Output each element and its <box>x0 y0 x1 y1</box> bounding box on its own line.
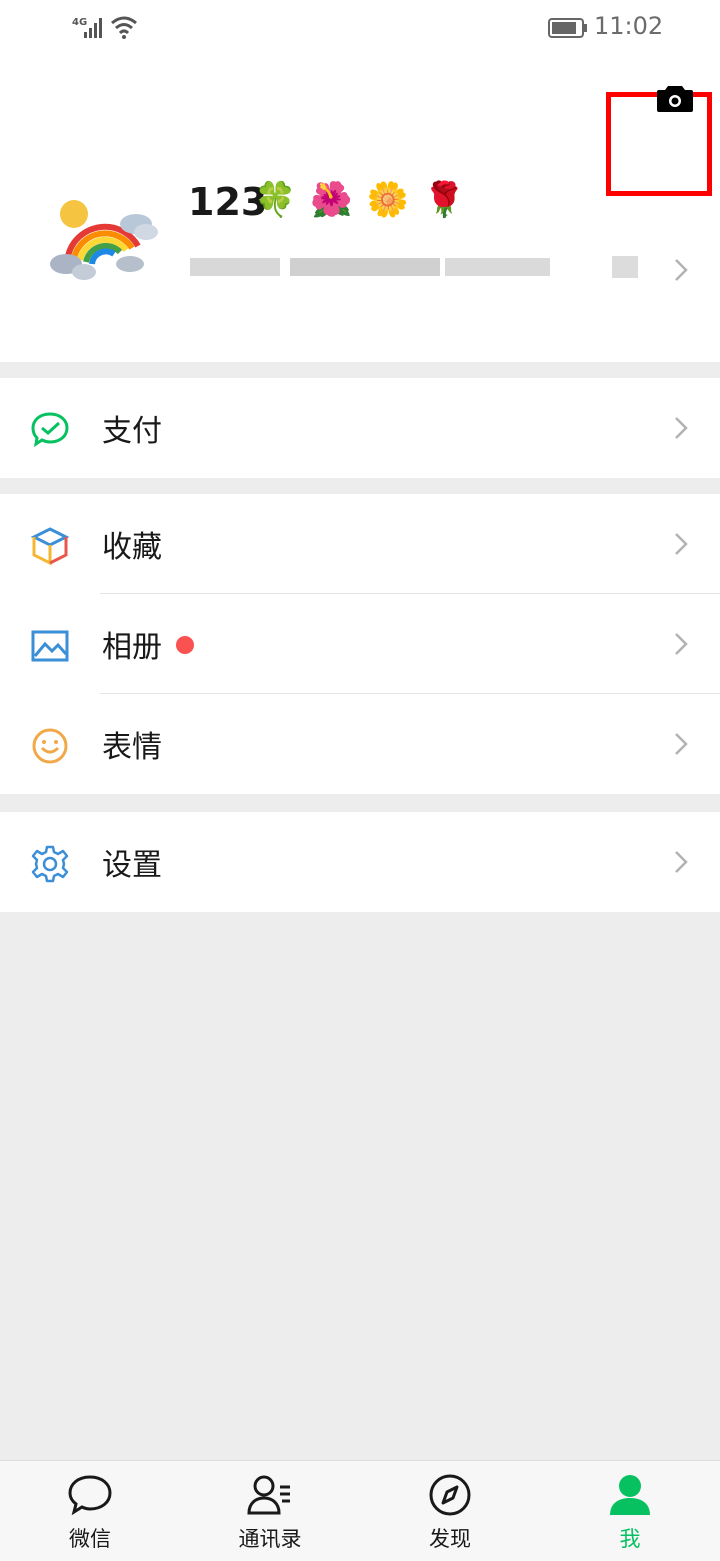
menu-item-label: 收藏 <box>102 530 162 565</box>
chevron-right-icon <box>675 851 688 873</box>
chevron-right-icon <box>675 417 688 439</box>
battery-icon <box>548 18 587 38</box>
menu-item-settings[interactable]: 设置 <box>0 812 720 912</box>
menu-item-label: 表情 <box>102 730 162 765</box>
menu-group-settings: 设置 <box>0 812 720 912</box>
clover-emoji: 🍀 <box>254 180 297 220</box>
hibiscus-emoji: 🌺 <box>310 180 353 220</box>
menu-item-label: 支付 <box>102 414 162 449</box>
nickname-emojis: 🍀 🌺 🌼 🌹 <box>254 180 465 220</box>
blurred-wechat-id <box>190 258 550 276</box>
new-badge-dot <box>176 636 194 654</box>
menu-item-stickers[interactable]: 表情 <box>0 694 720 794</box>
rose-emoji: 🌹 <box>423 180 466 220</box>
menu-item-favorites[interactable]: 收藏 <box>0 494 720 594</box>
blossom-emoji: 🌼 <box>366 180 410 220</box>
smiley-icon <box>32 728 68 764</box>
tab-discover[interactable]: 发现 <box>360 1461 540 1561</box>
bottom-tab-bar: 微信 通讯录 发现 我 <box>0 1460 720 1561</box>
status-time: 11:02 <box>594 12 664 40</box>
camera-icon <box>657 86 693 112</box>
tab-label: 发现 <box>429 1527 471 1551</box>
svg-text:4G: 4G <box>72 17 87 28</box>
tab-contacts[interactable]: 通讯录 <box>180 1461 360 1561</box>
menu-group-pay: 支付 <box>0 378 720 478</box>
chevron-right-icon <box>675 533 688 555</box>
chevron-right-icon <box>675 733 688 755</box>
camera-button[interactable] <box>652 80 698 116</box>
chevron-right-icon[interactable] <box>672 256 690 284</box>
favorites-cube-icon <box>30 527 70 566</box>
menu-item-album[interactable]: 相册 <box>0 594 720 694</box>
cellular-signal-icon: 4G <box>72 17 102 38</box>
tab-me[interactable]: 我 <box>540 1461 720 1561</box>
menu-item-label: 相册 <box>102 630 162 665</box>
rainbow-avatar-image <box>46 186 162 290</box>
gear-icon <box>31 845 69 883</box>
menu-group-content: 收藏 相册 表情 <box>0 494 720 794</box>
menu-item-label: 设置 <box>102 848 162 883</box>
tab-label: 通讯录 <box>238 1527 302 1551</box>
profile-header: 123 🍀 🌺 🌼 🌹 <box>0 56 720 362</box>
pay-icon <box>31 412 69 448</box>
chat-bubble-icon <box>68 1475 112 1516</box>
chevron-right-icon <box>675 633 688 655</box>
status-bar: 4G 11:02 <box>0 0 720 56</box>
person-icon <box>610 1475 650 1515</box>
menu-item-pay[interactable]: 支付 <box>0 378 720 478</box>
tab-chats[interactable]: 微信 <box>0 1461 180 1561</box>
wifi-icon <box>111 16 137 39</box>
compass-icon <box>429 1474 471 1516</box>
tab-label: 我 <box>619 1527 641 1551</box>
avatar[interactable] <box>46 186 162 290</box>
tab-label: 微信 <box>69 1527 111 1551</box>
contacts-icon <box>247 1475 290 1515</box>
album-icon <box>31 630 69 662</box>
qr-code-icon[interactable] <box>610 254 640 280</box>
